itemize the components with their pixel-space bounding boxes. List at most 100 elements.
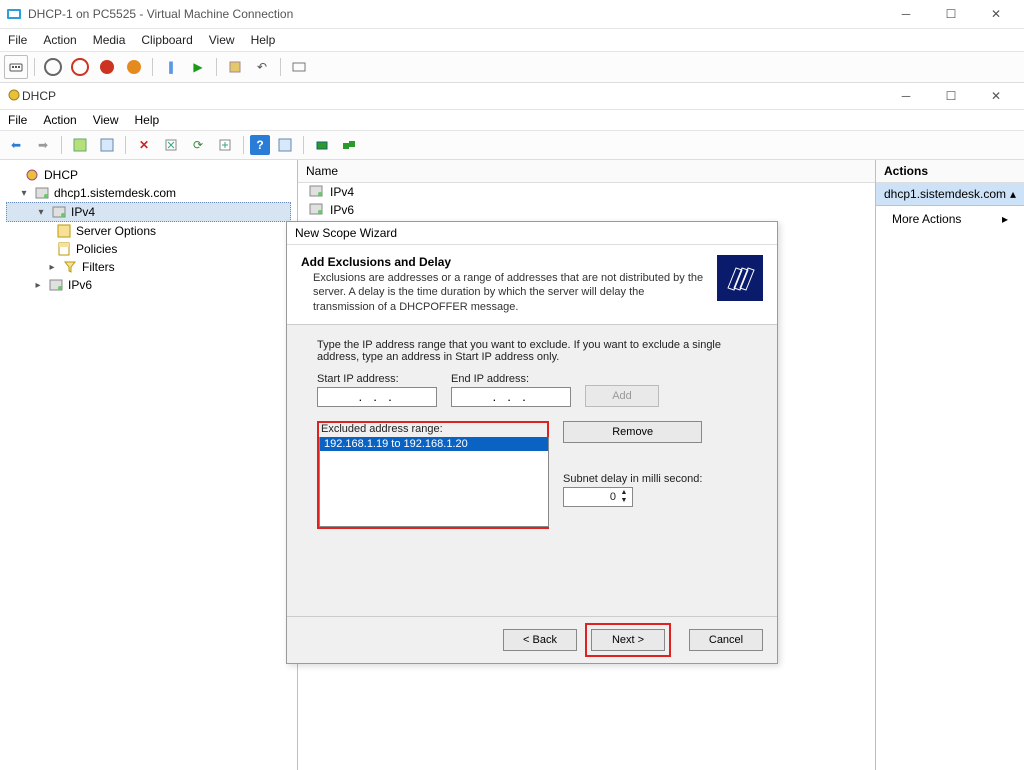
close-button[interactable]: ✕ [974, 0, 1018, 28]
name-column-header[interactable]: Name [298, 160, 875, 183]
more-actions[interactable]: More Actions ▸ [876, 206, 1024, 232]
tree-server-options-label: Server Options [76, 224, 156, 238]
wizard-subheading: Exclusions are addresses or a range of a… [313, 271, 709, 314]
ipv6-icon [308, 201, 324, 220]
excluded-range-item[interactable]: 192.168.1.19 to 192.168.1.20 [320, 437, 548, 451]
actions-context-label: dhcp1.sistemdesk.com [884, 187, 1006, 201]
tree-policies-label: Policies [76, 242, 117, 256]
mmc-minimize-button[interactable]: ─ [884, 82, 928, 110]
forward-icon[interactable]: ➡ [31, 133, 55, 157]
tree-server-label: dhcp1.sistemdesk.com [54, 186, 176, 200]
menu-view[interactable]: View [209, 33, 235, 47]
ipv6-icon [48, 277, 64, 293]
mmc-menu-view[interactable]: View [93, 113, 119, 127]
pause-button[interactable]: ∥ [159, 55, 183, 79]
tree-filters[interactable]: ▸ Filters [4, 258, 293, 276]
vm-menubar: File Action Media Clipboard View Help [0, 29, 1024, 52]
ipv4-icon [51, 204, 67, 220]
mmc-maximize-button[interactable]: ☐ [929, 82, 973, 110]
mmc-titlebar: DHCP ─ ☐ ✕ [0, 83, 1024, 110]
mmc-toolbar: ⬅ ➡ ✕ ⟳ ? [0, 131, 1024, 160]
new-scope-wizard: New Scope Wizard Add Exclusions and Dela… [286, 221, 778, 664]
back-icon[interactable]: ⬅ [4, 133, 28, 157]
dhcp-icon [24, 167, 40, 183]
scope-button[interactable] [310, 133, 334, 157]
dhcp-app-icon [6, 87, 22, 106]
delay-value: 0 [610, 491, 616, 503]
actions-header: Actions [876, 160, 1024, 183]
policies-icon [56, 241, 72, 257]
vm-toolbar: ∥ ▶ ↶ [0, 52, 1024, 83]
tree-policies[interactable]: Policies [4, 240, 293, 258]
next-button[interactable]: Next > [591, 629, 665, 651]
spin-down-icon[interactable]: ▼ [617, 497, 631, 505]
properties-button[interactable] [95, 133, 119, 157]
tree-root-label: DHCP [44, 168, 78, 182]
menu-clipboard[interactable]: Clipboard [141, 33, 192, 47]
tree-server-options[interactable]: Server Options [4, 222, 293, 240]
excluded-range-list[interactable]: 192.168.1.19 to 192.168.1.20 [319, 437, 549, 527]
maximize-button[interactable]: ☐ [929, 0, 973, 28]
mmc-close-button[interactable]: ✕ [974, 82, 1018, 110]
mmc-menubar: File Action View Help [0, 110, 1024, 131]
console-tree[interactable]: DHCP ▾ dhcp1.sistemdesk.com ▾ IPv4 Serve… [0, 160, 298, 770]
reset-button[interactable]: ▶ [186, 55, 210, 79]
list-item[interactable]: IPv6 [298, 201, 875, 219]
server-icon [34, 185, 50, 201]
start-ip-input[interactable] [317, 387, 437, 407]
tree-ipv4[interactable]: ▾ IPv4 [6, 202, 291, 222]
spin-up-icon[interactable]: ▲ [617, 489, 631, 497]
server-options-icon [56, 223, 72, 239]
excluded-range-label: Excluded address range: [319, 423, 547, 435]
tree-filters-label: Filters [82, 260, 115, 274]
tree-server[interactable]: ▾ dhcp1.sistemdesk.com [4, 184, 293, 202]
tree-ipv6[interactable]: ▸ IPv6 [4, 276, 293, 294]
export-button[interactable] [213, 133, 237, 157]
mmc-menu-help[interactable]: Help [135, 113, 160, 127]
delete-button[interactable]: ✕ [132, 133, 156, 157]
tree-ipv6-label: IPv6 [68, 278, 92, 292]
actions-context[interactable]: dhcp1.sistemdesk.com ▴ [876, 183, 1024, 206]
start-button[interactable] [41, 55, 65, 79]
refresh-button[interactable] [159, 133, 183, 157]
cancel-button[interactable]: Cancel [689, 629, 763, 651]
minimize-button[interactable]: ─ [884, 0, 928, 28]
enhanced-session-button[interactable] [287, 55, 311, 79]
wizard-graphic-icon [717, 255, 763, 301]
actions-pane: Actions dhcp1.sistemdesk.com ▴ More Acti… [876, 160, 1024, 770]
end-ip-input[interactable] [451, 387, 571, 407]
help-button[interactable]: ? [250, 135, 270, 155]
mmc-menu-file[interactable]: File [8, 113, 27, 127]
remove-button[interactable]: Remove [563, 421, 702, 443]
show-hide-tree-button[interactable] [68, 133, 92, 157]
ctrl-alt-del-button[interactable] [4, 55, 28, 79]
shutdown-button[interactable] [95, 55, 119, 79]
turnoff-button[interactable] [68, 55, 92, 79]
checkpoint-button[interactable] [223, 55, 247, 79]
back-button[interactable]: < Back [503, 629, 577, 651]
delay-spinner[interactable]: 0 ▲▼ [563, 487, 633, 507]
tree-root[interactable]: DHCP [4, 166, 293, 184]
wizard-title: New Scope Wizard [287, 222, 777, 245]
view-button[interactable] [273, 133, 297, 157]
multi-scope-button[interactable] [337, 133, 361, 157]
collapse-icon: ▴ [1010, 187, 1016, 201]
list-item[interactable]: IPv4 [298, 183, 875, 201]
add-button[interactable]: Add [585, 385, 659, 407]
menu-action[interactable]: Action [43, 33, 76, 47]
save-button[interactable] [122, 55, 146, 79]
menu-media[interactable]: Media [93, 33, 126, 47]
chevron-right-icon: ▸ [1002, 212, 1008, 226]
vm-title: DHCP-1 on PC5525 - Virtual Machine Conne… [28, 7, 884, 21]
end-ip-label: End IP address: [451, 373, 571, 385]
menu-file[interactable]: File [8, 33, 27, 47]
filters-icon [62, 259, 78, 275]
refresh2-button[interactable]: ⟳ [186, 133, 210, 157]
wizard-heading: Add Exclusions and Delay [301, 255, 709, 269]
mmc-menu-action[interactable]: Action [43, 113, 76, 127]
ipv4-icon [308, 183, 324, 202]
mmc-title: DHCP [22, 89, 884, 103]
vm-icon [6, 6, 22, 22]
revert-button[interactable]: ↶ [250, 55, 274, 79]
menu-help[interactable]: Help [251, 33, 276, 47]
